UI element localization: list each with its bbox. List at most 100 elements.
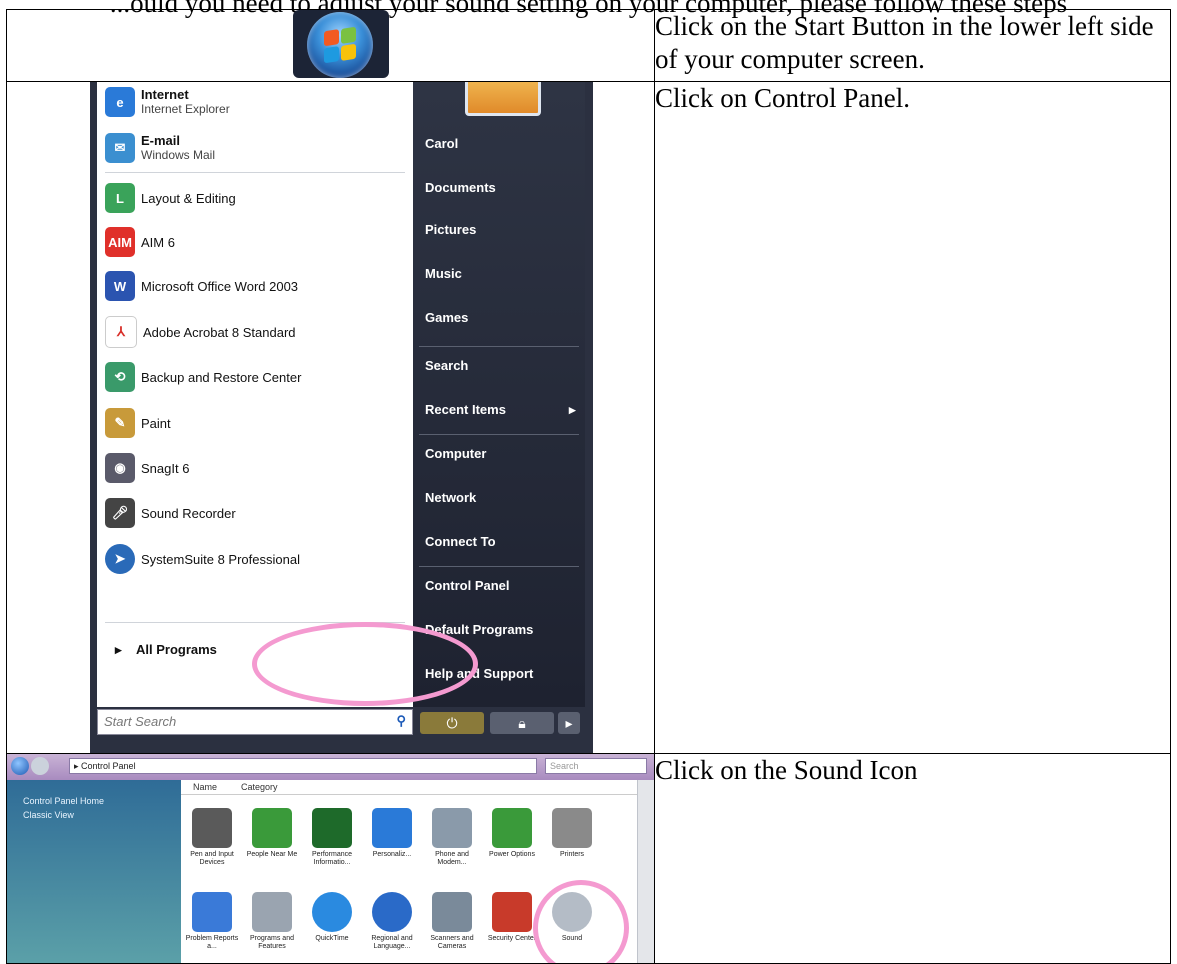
recent-item[interactable]: ⟲ Backup and Restore Center: [105, 357, 301, 397]
recent-item[interactable]: W Microsoft Office Word 2003: [105, 266, 298, 306]
systemsuite-icon: ➤: [105, 544, 135, 574]
recent-item-label: AIM 6: [141, 234, 175, 250]
cp-item[interactable]: Phone and Modem...: [423, 808, 481, 867]
address-bar[interactable]: ▸ Control Panel: [69, 758, 537, 774]
personalize-icon: [372, 808, 412, 848]
start-menu-programs: e Internet Internet Explorer ✉ E-mail Wind…: [97, 82, 414, 707]
internet-explorer-icon: e: [105, 87, 135, 117]
printer-icon: [552, 808, 592, 848]
column-header-category[interactable]: Category: [241, 782, 278, 792]
power-icon: [492, 808, 532, 848]
snagit-icon: ◉: [105, 453, 135, 483]
cp-item[interactable]: Power Options: [483, 808, 541, 859]
sidebar-link-home[interactable]: Control Panel Home: [23, 796, 104, 806]
cp-item[interactable]: Printers: [543, 808, 601, 859]
cp-item-label: Phone and Modem...: [435, 851, 469, 866]
step-row-start-button: Click on the Start Button in the lower l…: [6, 9, 1171, 82]
recent-item-label: Backup and Restore Center: [141, 369, 302, 385]
recent-item-label: Adobe Acrobat 8 Standard: [143, 324, 296, 340]
cp-item[interactable]: People Near Me: [243, 808, 301, 859]
recent-item-label: Sound Recorder: [141, 505, 236, 521]
pinned-item-internet[interactable]: e Internet Internet Explorer: [105, 83, 230, 123]
power-icon[interactable]: ⏻: [420, 712, 484, 734]
right-item-recent-items[interactable]: Recent Items: [425, 402, 506, 417]
all-programs[interactable]: ▸ All Programs: [115, 642, 217, 658]
right-item-connect-to[interactable]: Connect To: [425, 534, 496, 549]
recent-item[interactable]: ⅄ Adobe Acrobat 8 Standard: [105, 312, 296, 352]
cp-item[interactable]: Security Center: [483, 892, 541, 943]
cp-item[interactable]: Personaliz...: [363, 808, 421, 859]
step-instruction: Click on the Start Button in the lower l…: [654, 9, 1171, 82]
scrollbar[interactable]: [637, 780, 654, 963]
search-placeholder: Search: [550, 761, 579, 771]
step-instruction: Click on Control Panel.: [654, 81, 1171, 754]
address-text: Control Panel: [81, 761, 136, 771]
cp-item-label: Scanners and Cameras: [430, 935, 474, 950]
people-icon: [252, 808, 292, 848]
programs-icon: [252, 892, 292, 932]
shield-icon: [492, 892, 532, 932]
recent-item[interactable]: ◉ SnagIt 6: [105, 448, 189, 488]
word-icon: W: [105, 271, 135, 301]
start-menu-places: Carol Documents Pictures Music Games Sea…: [413, 82, 585, 707]
right-item-search[interactable]: Search: [425, 358, 468, 373]
right-item-network[interactable]: Network: [425, 490, 476, 505]
right-item-computer[interactable]: Computer: [425, 446, 486, 461]
pinned-item-email[interactable]: ✉ E-mail Windows Mail: [105, 128, 215, 168]
arrow-right-icon[interactable]: ▸: [558, 712, 580, 734]
recent-item[interactable]: ➤ SystemSuite 8 Professional: [105, 539, 300, 579]
divider: [105, 172, 405, 173]
forward-icon[interactable]: [31, 757, 49, 775]
step-instruction: Click on the Sound Icon: [654, 753, 1171, 964]
back-icon[interactable]: [11, 757, 29, 775]
cp-item-label: Problem Reports a...: [185, 935, 239, 950]
start-orb-icon: [307, 12, 373, 78]
recent-item[interactable]: 🎤︎ Sound Recorder: [105, 493, 236, 533]
step-image-control-panel: ▸ Control Panel Search Control Panel Hom…: [6, 753, 655, 964]
recent-item[interactable]: ✎ Paint: [105, 403, 171, 443]
scanner-icon: [432, 892, 472, 932]
cp-item[interactable]: Problem Reports a...: [183, 892, 241, 951]
acrobat-icon: ⅄: [105, 316, 137, 348]
cp-item-label: Printers: [559, 851, 585, 858]
cp-item-label: Regional and Language...: [371, 935, 413, 950]
cp-item[interactable]: Performance Informatio...: [303, 808, 361, 867]
recent-item[interactable]: AIM AIM 6: [105, 222, 175, 262]
cp-item[interactable]: Programs and Features: [243, 892, 301, 951]
paint-icon: ✎: [105, 408, 135, 438]
start-search-input[interactable]: Start Search ⚲: [97, 709, 413, 735]
right-item-control-panel[interactable]: Control Panel: [425, 578, 510, 593]
control-panel-search[interactable]: Search: [545, 758, 647, 774]
pinned-item-label: Internet: [141, 87, 189, 102]
cp-item-label: Performance Informatio...: [311, 851, 353, 866]
right-item-music[interactable]: Music: [425, 266, 462, 281]
quicktime-icon: [312, 892, 352, 932]
search-icon: ⚲: [396, 713, 406, 728]
right-item-games[interactable]: Games: [425, 310, 468, 325]
highlight-circle: [252, 622, 478, 706]
lock-icon[interactable]: 🔒︎: [490, 712, 554, 734]
cp-item[interactable]: Regional and Language...: [363, 892, 421, 951]
right-item-carol[interactable]: Carol: [425, 136, 458, 151]
divider: [419, 434, 579, 435]
right-item-pictures[interactable]: Pictures: [425, 222, 476, 237]
cp-item[interactable]: Scanners and Cameras: [423, 892, 481, 951]
divider: [419, 566, 579, 567]
right-item-documents[interactable]: Documents: [425, 180, 496, 195]
cp-item[interactable]: Pen and Input Devices: [183, 808, 241, 867]
cp-item-label: People Near Me: [246, 851, 298, 858]
divider: [419, 346, 579, 347]
start-button[interactable]: [293, 10, 389, 78]
step-image-start-button: [6, 9, 655, 82]
submenu-arrow-icon: ▸: [569, 402, 576, 417]
recent-item[interactable]: L Layout & Editing: [105, 178, 236, 218]
column-header-name[interactable]: Name: [193, 782, 217, 792]
windows-flag-icon: [324, 26, 356, 64]
recent-item-label: SnagIt 6: [141, 460, 190, 476]
pinned-item-sublabel: Windows Mail: [141, 148, 216, 162]
cp-item[interactable]: QuickTime: [303, 892, 361, 943]
sidebar-link-classic-view[interactable]: Classic View: [23, 810, 74, 820]
step-image-start-menu: e Internet Internet Explorer ✉ E-mail Wind…: [6, 81, 655, 754]
cp-item-label: Security Center: [487, 935, 537, 942]
user-picture: [465, 82, 541, 116]
